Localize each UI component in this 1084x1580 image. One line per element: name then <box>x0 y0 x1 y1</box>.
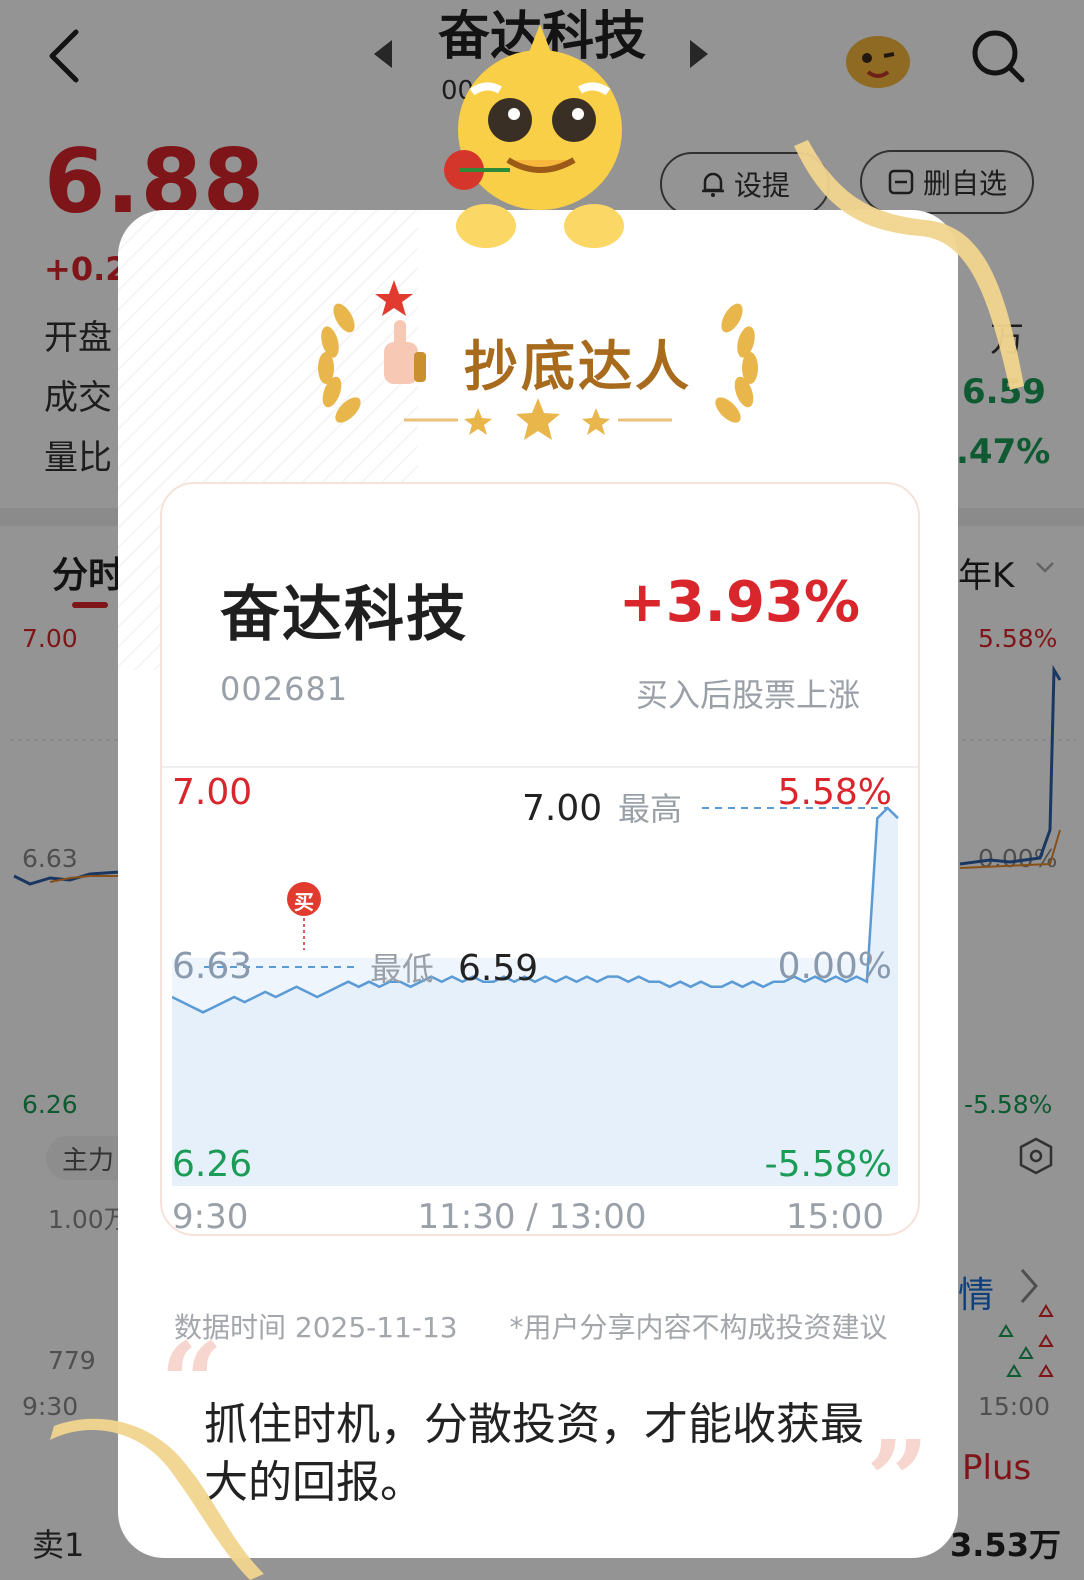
low-label: 最低 <box>370 950 434 988</box>
share-quote: 抓住时机，分散投资，才能收获最大的回报。 <box>204 1399 864 1508</box>
share-card: 抄底达人 奋达科技 +3.93% 002681 买入后股票上涨 买 7.00 6… <box>118 210 958 1558</box>
intraday-chart: 买 7.00 6.63 6.26 5.58% 0.00% -5.58% 7.00… <box>172 772 899 1236</box>
price-area-fill <box>172 808 898 1186</box>
time-start: 9:30 <box>172 1197 248 1236</box>
axis-left-top: 7.00 <box>172 772 252 813</box>
axis-right-bottom: -5.58% <box>765 1144 892 1185</box>
stock-change-pct: +3.93% <box>618 570 860 635</box>
lion-mascot-icon <box>444 24 624 248</box>
stock-name: 奋达科技 <box>220 580 468 650</box>
high-label: 最高 <box>618 790 682 828</box>
thumbs-up-icon <box>375 280 426 384</box>
high-value: 7.00 <box>522 788 602 829</box>
axis-left-mid: 6.63 <box>172 946 252 987</box>
badge-title: 抄底达人 <box>464 335 692 398</box>
buy-marker-label: 买 <box>294 890 314 914</box>
low-value: 6.59 <box>458 948 538 989</box>
change-note: 买入后股票上涨 <box>635 676 860 714</box>
axis-right-top: 5.58% <box>778 772 892 813</box>
disclaimer: *用户分享内容不构成投资建议 <box>509 1311 888 1344</box>
stock-result-panel: 奋达科技 +3.93% 002681 买入后股票上涨 买 7.00 6.63 6… <box>160 482 920 1236</box>
stock-code: 002681 <box>220 670 349 708</box>
axis-left-bottom: 6.26 <box>172 1144 252 1185</box>
close-quote-icon: ” <box>866 1416 930 1545</box>
footer-note: 数据时间 2025-11-13 *用户分享内容不构成投资建议 <box>174 1306 887 1346</box>
time-mid: 11:30 / 13:00 <box>417 1197 646 1236</box>
time-end: 15:00 <box>786 1197 884 1236</box>
axis-right-mid: 0.00% <box>778 946 892 987</box>
